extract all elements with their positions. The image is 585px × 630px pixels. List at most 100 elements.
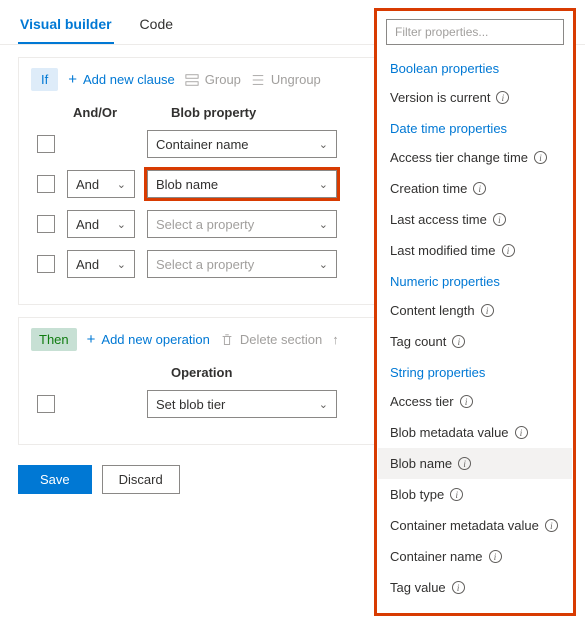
- info-icon[interactable]: i: [534, 151, 547, 164]
- property-category: String properties: [378, 357, 572, 386]
- operation-select[interactable]: Set blob tier ⌄: [147, 390, 337, 418]
- info-icon[interactable]: i: [502, 244, 515, 257]
- andor-value: And: [76, 177, 99, 192]
- ungroup-label: Ungroup: [271, 72, 321, 87]
- property-option-label: Access tier change time: [390, 150, 528, 165]
- property-option-label: Content length: [390, 303, 475, 318]
- property-option-label: Container metadata value: [390, 518, 539, 533]
- row-checkbox[interactable]: [37, 255, 55, 273]
- ungroup-button[interactable]: Ungroup: [251, 72, 321, 87]
- property-select[interactable]: Select a property ⌄: [147, 210, 337, 238]
- chevron-down-icon: ⌄: [319, 258, 328, 271]
- info-icon[interactable]: i: [460, 395, 473, 408]
- col-header-operation: Operation: [171, 365, 361, 380]
- move-up-icon[interactable]: ↑: [332, 332, 339, 347]
- info-icon[interactable]: i: [458, 457, 471, 470]
- info-icon[interactable]: i: [481, 304, 494, 317]
- property-option-label: Blob metadata value: [390, 425, 509, 440]
- info-icon[interactable]: i: [496, 91, 509, 104]
- property-option-label: Blob type: [390, 487, 444, 502]
- col-header-andor: And/Or: [73, 105, 155, 120]
- filter-properties-input[interactable]: [386, 19, 564, 45]
- chevron-down-icon: ⌄: [117, 218, 126, 231]
- add-clause-button[interactable]: + Add new clause: [68, 71, 175, 88]
- delete-section-button[interactable]: Delete section: [220, 332, 322, 347]
- property-dropdown-panel: Boolean properties Version is current i Dat…: [374, 8, 576, 616]
- property-select[interactable]: Select a property ⌄: [147, 250, 337, 278]
- property-placeholder: Select a property: [156, 257, 254, 272]
- property-option[interactable]: Container name i: [378, 541, 572, 572]
- property-option[interactable]: Blob type i: [378, 479, 572, 510]
- andor-select[interactable]: And ⌄: [67, 170, 135, 198]
- property-option[interactable]: Tag value i: [378, 572, 572, 603]
- discard-button[interactable]: Discard: [102, 465, 180, 494]
- andor-value: And: [76, 217, 99, 232]
- info-icon[interactable]: i: [515, 426, 528, 439]
- add-operation-label: Add new operation: [101, 332, 209, 347]
- row-checkbox[interactable]: [37, 395, 55, 413]
- property-option[interactable]: Blob metadata value i: [378, 417, 572, 448]
- property-category: Date time properties: [378, 113, 572, 142]
- property-select[interactable]: Container name ⌄: [147, 130, 337, 158]
- ungroup-icon: [251, 73, 265, 87]
- info-icon[interactable]: i: [450, 488, 463, 501]
- property-option[interactable]: Access tier i: [378, 386, 572, 417]
- info-icon[interactable]: i: [452, 581, 465, 594]
- property-placeholder: Select a property: [156, 217, 254, 232]
- property-option[interactable]: Last access time i: [378, 204, 572, 235]
- row-checkbox[interactable]: [37, 135, 55, 153]
- property-option[interactable]: Content length i: [378, 295, 572, 326]
- property-option[interactable]: Version is current i: [378, 82, 572, 113]
- property-option-label: Access tier: [390, 394, 454, 409]
- add-clause-label: Add new clause: [83, 72, 175, 87]
- property-option-label: Tag value: [390, 580, 446, 595]
- save-button[interactable]: Save: [18, 465, 92, 494]
- property-option-label: Last access time: [390, 212, 487, 227]
- tab-visual-builder[interactable]: Visual builder: [18, 10, 114, 44]
- info-icon[interactable]: i: [452, 335, 465, 348]
- property-select-active[interactable]: Blob name ⌄: [147, 170, 337, 198]
- operation-value: Set blob tier: [156, 397, 225, 412]
- property-option-label: Container name: [390, 549, 483, 564]
- property-option[interactable]: Container metadata value i: [378, 510, 572, 541]
- row-checkbox[interactable]: [37, 175, 55, 193]
- add-operation-button[interactable]: + Add new operation: [87, 331, 210, 348]
- chevron-down-icon: ⌄: [319, 178, 328, 191]
- property-category: Boolean properties: [378, 53, 572, 82]
- col-header-property: Blob property: [171, 105, 361, 120]
- tab-code[interactable]: Code: [138, 10, 175, 44]
- chevron-down-icon: ⌄: [117, 178, 126, 191]
- chevron-down-icon: ⌄: [319, 398, 328, 411]
- if-badge: If: [31, 68, 58, 91]
- andor-select[interactable]: And ⌄: [67, 250, 135, 278]
- chevron-down-icon: ⌄: [319, 138, 328, 151]
- info-icon[interactable]: i: [545, 519, 558, 532]
- property-option-label: Last modified time: [390, 243, 496, 258]
- property-option[interactable]: Blob namei: [378, 448, 572, 479]
- info-icon[interactable]: i: [493, 213, 506, 226]
- info-icon[interactable]: i: [473, 182, 486, 195]
- chevron-down-icon: ⌄: [117, 258, 126, 271]
- property-option[interactable]: Access tier change time i: [378, 142, 572, 173]
- trash-icon: [220, 333, 234, 347]
- property-option[interactable]: Last modified time i: [378, 235, 572, 266]
- property-value: Blob name: [156, 177, 218, 192]
- property-category: Numeric properties: [378, 266, 572, 295]
- group-label: Group: [205, 72, 241, 87]
- andor-value: And: [76, 257, 99, 272]
- property-option-label: Tag count: [390, 334, 446, 349]
- property-option-label: Version is current: [390, 90, 490, 105]
- group-button[interactable]: Group: [185, 72, 241, 87]
- then-badge: Then: [31, 328, 77, 351]
- plus-icon: +: [87, 331, 96, 348]
- property-option[interactable]: Creation time i: [378, 173, 572, 204]
- property-option-label: Creation time: [390, 181, 467, 196]
- info-icon[interactable]: i: [489, 550, 502, 563]
- property-option[interactable]: Tag count i: [378, 326, 572, 357]
- chevron-down-icon: ⌄: [319, 218, 328, 231]
- delete-section-label: Delete section: [240, 332, 322, 347]
- property-value: Container name: [156, 137, 249, 152]
- andor-select[interactable]: And ⌄: [67, 210, 135, 238]
- plus-icon: +: [68, 71, 77, 88]
- row-checkbox[interactable]: [37, 215, 55, 233]
